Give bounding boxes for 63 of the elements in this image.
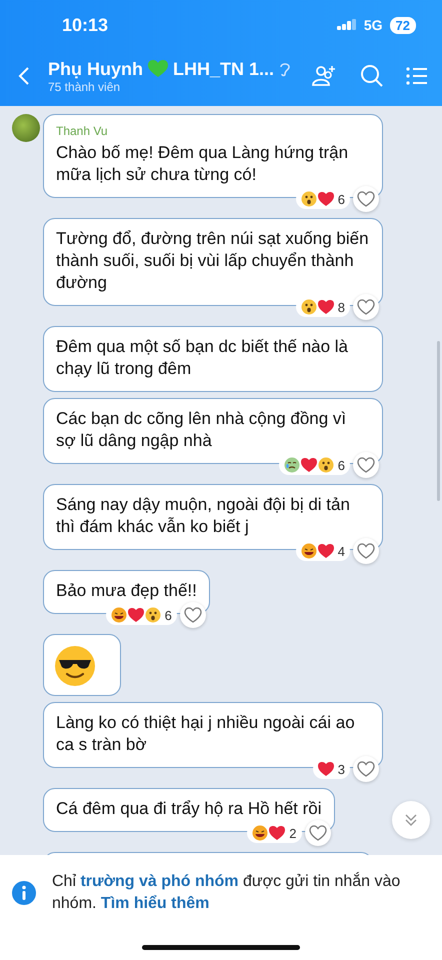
message-text: Các bạn dc cõng lên nhà cộng đồng vì sợ lũ dâng ngập nhà	[56, 408, 348, 452]
surprised-face-icon	[144, 607, 161, 623]
message-text: Đêm qua một số bạn dc biết thế nào là chạy lũ trong đêm	[56, 336, 350, 380]
network-label: 5G	[364, 17, 383, 33]
reaction-summary[interactable]: 2	[247, 823, 302, 843]
sunglasses-face-icon	[54, 645, 96, 687]
member-count: 75 thành viên	[48, 80, 122, 94]
reaction-summary[interactable]: 6	[106, 605, 177, 625]
message-text: Làng ko có thiệt hại j nhiều ngoài cái ao ca s tràn bờ	[56, 712, 356, 756]
message-text: Cá đêm qua đi trẩy hộ ra Hồ hết rồi	[56, 798, 322, 820]
ear-icon	[279, 61, 292, 77]
message-bubble[interactable]: Đêm qua một số bạn dc biết thế nào là chạy lũ trong đêm	[43, 326, 383, 392]
like-button[interactable]	[353, 538, 379, 564]
heart-outline-icon	[357, 457, 375, 473]
battery-level: 72	[390, 16, 416, 34]
crying-face-icon	[284, 457, 300, 473]
heart-icon	[318, 299, 334, 315]
heart-outline-icon	[184, 607, 202, 623]
chat-title: LHH_TN 1...	[173, 58, 274, 80]
reaction-summary[interactable]: 8	[296, 297, 350, 317]
laughing-face-icon	[252, 825, 268, 841]
signal-icon	[336, 19, 357, 31]
heart-icon	[318, 191, 334, 207]
message-bubble[interactable]	[43, 634, 121, 696]
surprised-face-icon	[300, 191, 317, 207]
avatar[interactable]	[12, 114, 40, 142]
sender-name: Thanh Vu	[56, 124, 109, 138]
heart-icon	[269, 825, 286, 841]
heart-outline-icon	[308, 825, 327, 841]
reaction-summary[interactable]: 6	[278, 455, 350, 475]
heart-outline-icon	[357, 761, 375, 777]
heart-icon	[128, 607, 144, 623]
message-text: Sáng nay dậy muộn, ngoài đội bị di tản thì đám khác vẫn ko biết j	[56, 494, 351, 538]
heart-icon	[300, 457, 317, 473]
like-button[interactable]	[353, 294, 379, 320]
heart-outline-icon	[357, 299, 375, 315]
message-text: Bảo mưa đẹp thế!!	[56, 580, 197, 602]
laughing-face-icon	[300, 543, 317, 559]
notice-link[interactable]: trường và phó nhóm	[80, 873, 239, 890]
info-icon	[12, 881, 36, 905]
like-button[interactable]	[353, 186, 379, 212]
notice-text: Chỉ trường và phó nhóm được gửi tin nhắn vào nhóm. Tìm hiểu thêm	[52, 871, 402, 914]
message-text: Tường đổ, đường trên núi sạt xuống biến thành suối, suối bị vùi lấp chuyển thành đường	[56, 228, 370, 294]
message-text: Chào bố mẹ! Đêm qua Làng hứng trận mữa lịch sử chưa từng có!	[56, 142, 350, 186]
heart-outline-icon	[357, 543, 375, 559]
status-time: 10:13	[62, 14, 108, 36]
heart-icon	[318, 543, 334, 559]
notice-link[interactable]: Tìm hiểu thêm	[100, 895, 210, 912]
double-chevron-down-icon	[404, 813, 418, 827]
surprised-face-icon	[300, 299, 317, 315]
surprised-face-icon	[318, 457, 334, 473]
heart-icon	[148, 60, 168, 78]
chevron-left-icon	[18, 66, 30, 86]
chat-title: Phụ Huynh	[48, 58, 143, 80]
laughing-face-icon	[110, 607, 127, 623]
like-button[interactable]	[353, 452, 379, 478]
heart-icon	[318, 761, 334, 777]
reaction-summary[interactable]: 6	[296, 189, 350, 209]
reaction-summary[interactable]: 3	[312, 759, 350, 779]
heart-outline-icon	[357, 191, 375, 207]
scrollbar[interactable]	[437, 341, 440, 501]
reaction-summary[interactable]: 4	[296, 541, 350, 561]
like-button[interactable]	[353, 756, 379, 782]
